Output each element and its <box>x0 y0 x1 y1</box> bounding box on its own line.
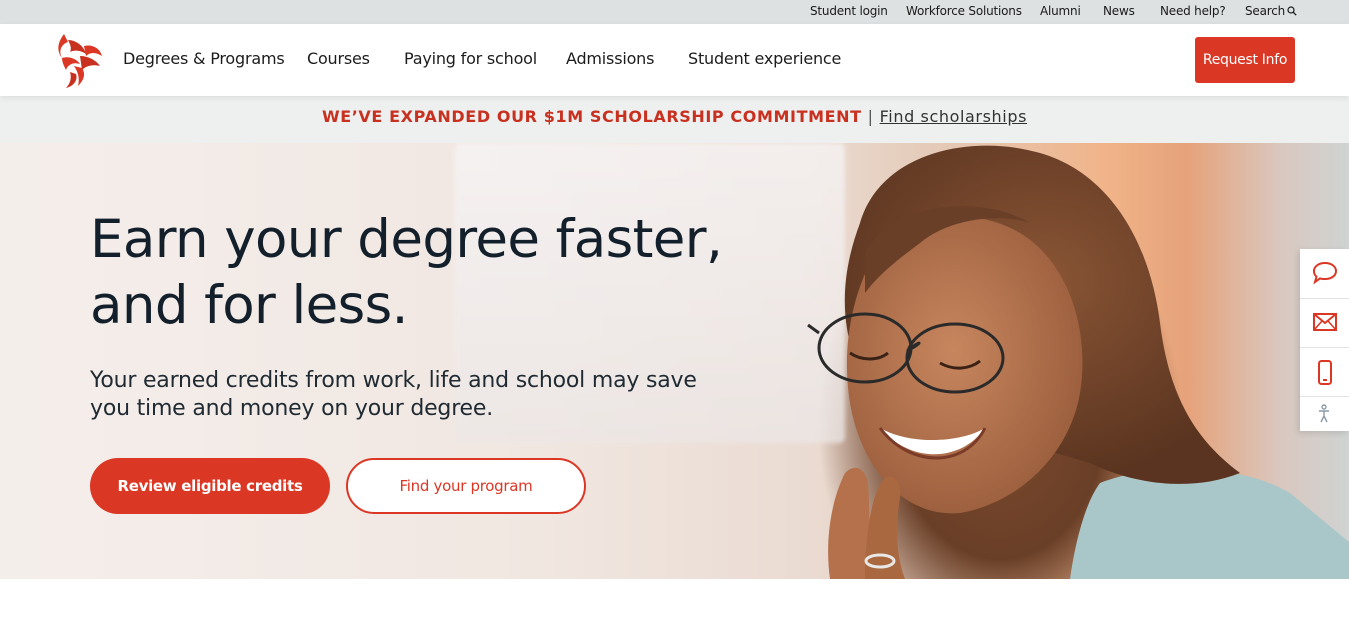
chat-button[interactable] <box>1300 249 1349 299</box>
find-your-program-button[interactable]: Find your program <box>346 458 586 514</box>
scholarship-banner: WE’VE EXPANDED OUR $1M SCHOLARSHIP COMMI… <box>0 96 1349 143</box>
nav-student-experience[interactable]: Student experience <box>688 49 841 68</box>
search-link[interactable]: Search <box>1245 4 1297 18</box>
email-button[interactable] <box>1300 298 1349 348</box>
need-help-link[interactable]: Need help? <box>1160 4 1226 18</box>
find-scholarships-link[interactable]: Find scholarships <box>880 107 1027 126</box>
hero-title-line-1: Earn your degree faster, <box>90 209 723 270</box>
scholarship-headline: WE’VE EXPANDED OUR $1M SCHOLARSHIP COMMI… <box>321 107 862 126</box>
utility-bar: Student login Workforce Solutions Alumni… <box>0 0 1349 24</box>
hero-title: Earn your degree faster, and for less. <box>90 207 790 339</box>
hero-photo-smiling-student <box>807 145 1349 579</box>
phoenix-logo[interactable] <box>54 30 104 88</box>
nav-degrees-programs[interactable]: Degrees & Programs <box>123 49 285 68</box>
chat-icon <box>1312 261 1338 285</box>
alumni-link[interactable]: Alumni <box>1040 4 1081 18</box>
search-icon <box>1287 6 1297 16</box>
hero-section: Earn your degree faster, and for less. Y… <box>0 143 1349 579</box>
banner-separator: | <box>867 107 874 126</box>
nav-paying-for-school[interactable]: Paying for school <box>404 49 537 68</box>
review-eligible-credits-button[interactable]: Review eligible credits <box>90 458 330 514</box>
request-info-button[interactable]: Request Info <box>1195 37 1295 83</box>
scholarship-banner-content: WE’VE EXPANDED OUR $1M SCHOLARSHIP COMMI… <box>0 107 1349 126</box>
phone-button[interactable] <box>1300 348 1349 397</box>
workforce-solutions-link[interactable]: Workforce Solutions <box>906 4 1022 18</box>
hero-subtitle: Your earned credits from work, life and … <box>90 368 697 421</box>
main-navigation: Degrees & Programs Courses Paying for sc… <box>0 24 1349 96</box>
news-link[interactable]: News <box>1103 4 1135 18</box>
accessibility-button[interactable] <box>1300 396 1349 431</box>
nav-admissions[interactable]: Admissions <box>566 49 654 68</box>
student-login-link[interactable]: Student login <box>810 4 888 18</box>
hero-title-line-2: and for less. <box>90 275 408 336</box>
contact-rail <box>1300 249 1349 431</box>
accessibility-icon <box>1319 404 1329 423</box>
phone-icon <box>1318 360 1332 385</box>
search-label: Search <box>1245 4 1286 18</box>
email-icon <box>1313 313 1337 331</box>
nav-courses[interactable]: Courses <box>307 49 370 68</box>
